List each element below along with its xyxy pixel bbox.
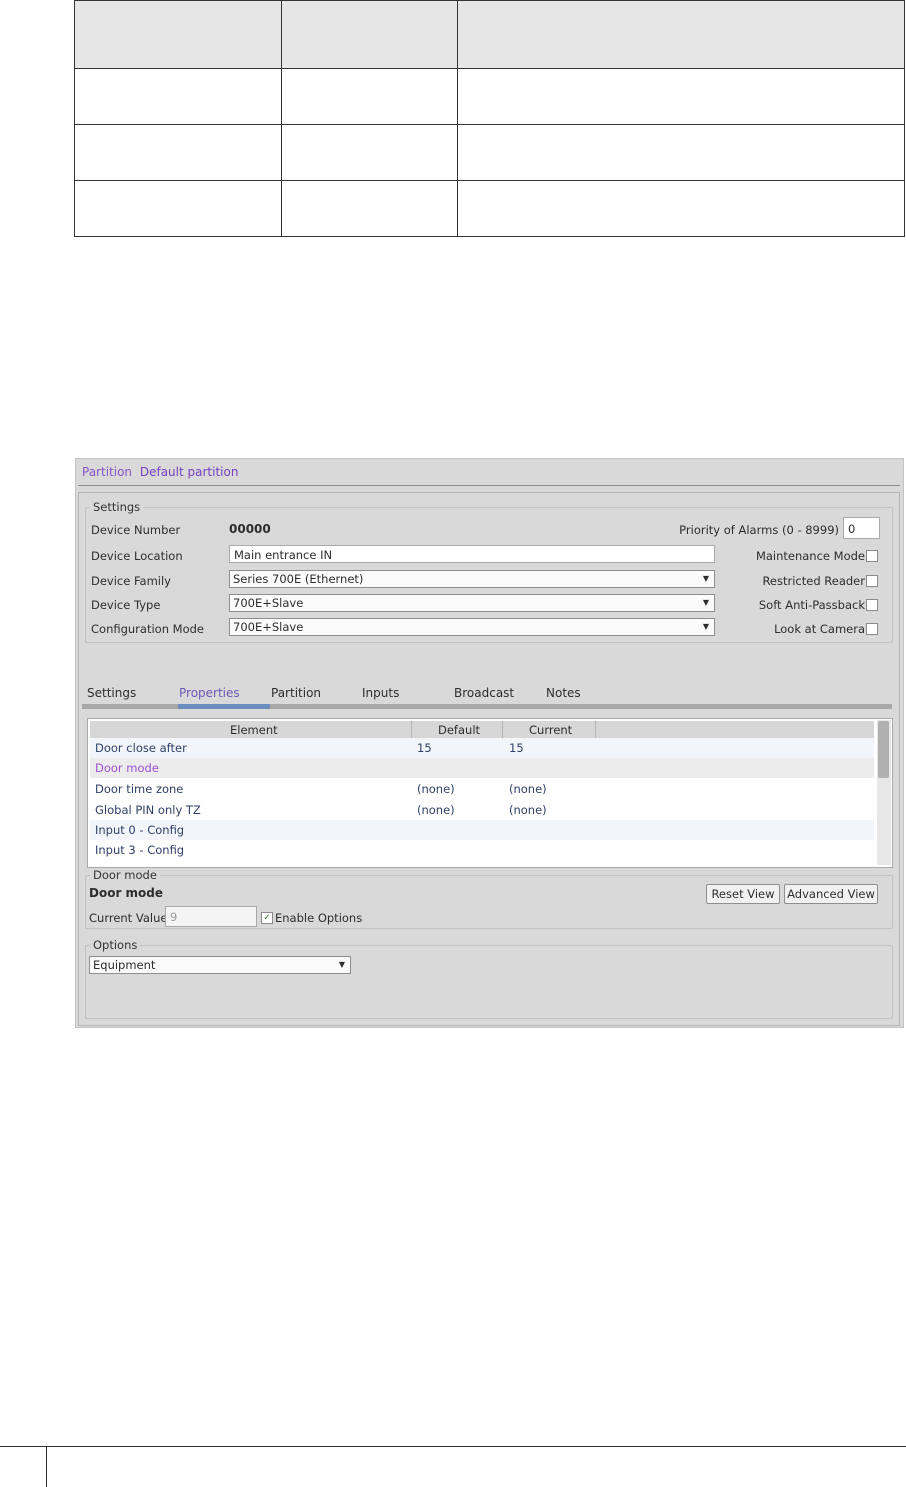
- restricted-reader-checkbox[interactable]: [866, 575, 878, 587]
- column-header-default[interactable]: Default: [438, 723, 480, 737]
- chevron-down-icon: ▼: [338, 960, 345, 969]
- look-at-camera-checkbox[interactable]: [866, 623, 878, 635]
- row-element: Global PIN only TZ: [95, 803, 201, 817]
- door-mode-legend: Door mode: [93, 868, 157, 882]
- tab-partition[interactable]: Partition: [271, 686, 321, 700]
- grid-scrollbar[interactable]: [877, 720, 891, 865]
- table-row[interactable]: Global PIN only TZ (none) (none): [90, 800, 874, 820]
- enable-options-checkbox[interactable]: ✓: [261, 912, 273, 924]
- tab-inputs[interactable]: Inputs: [362, 686, 399, 700]
- options-select[interactable]: Equipment ▼: [89, 956, 351, 974]
- options-legend: Options: [93, 938, 138, 952]
- enable-options-label: Enable Options: [275, 911, 363, 925]
- settings-legend: Settings: [93, 500, 141, 514]
- current-value-label: Current Value: [89, 911, 168, 925]
- priority-of-alarms-input[interactable]: 0: [843, 517, 880, 539]
- configuration-mode-label: Configuration Mode: [91, 622, 204, 636]
- column-header-element[interactable]: Element: [230, 723, 278, 737]
- table-row-selected[interactable]: Door mode: [90, 758, 874, 778]
- row-default: (none): [417, 782, 455, 796]
- tab-broadcast[interactable]: Broadcast: [454, 686, 514, 700]
- options-group: Options: [85, 939, 893, 1019]
- device-properties-panel: Partition Default partition Settings Dev…: [75, 458, 904, 1028]
- table-row[interactable]: Input 0 - Config: [90, 820, 874, 840]
- device-family-select[interactable]: Series 700E (Ethernet) ▼: [229, 570, 715, 588]
- configuration-mode-value: 700E+Slave: [233, 620, 304, 634]
- chevron-down-icon: ▼: [702, 574, 709, 583]
- device-family-value: Series 700E (Ethernet): [233, 572, 364, 586]
- partition-label: Partition: [82, 465, 133, 479]
- priority-of-alarms-label: Priority of Alarms (0 - 8999): [679, 523, 839, 537]
- row-current: (none): [509, 803, 547, 817]
- row-current: 15: [509, 741, 524, 755]
- maintenance-mode-checkbox[interactable]: [866, 550, 878, 562]
- device-family-label: Device Family: [91, 574, 171, 588]
- chevron-down-icon: ▼: [702, 598, 709, 607]
- column-divider: [595, 721, 596, 738]
- chevron-down-icon: ▼: [702, 622, 709, 631]
- device-type-value: 700E+Slave: [233, 596, 304, 610]
- device-number-value: 00000: [229, 522, 271, 536]
- grid-header: Element Default Current: [90, 721, 874, 739]
- soft-anti-passback-label: Soft Anti-Passback: [758, 598, 865, 612]
- active-tab-indicator: [178, 704, 270, 709]
- advanced-view-button[interactable]: Advanced View: [784, 884, 878, 904]
- restricted-reader-label: Restricted Reader: [762, 574, 865, 588]
- document-table-row: [74, 180, 905, 237]
- document-table-row: [74, 68, 905, 125]
- properties-grid: Element Default Current Door close after…: [87, 718, 893, 868]
- tab-settings[interactable]: Settings: [87, 686, 136, 700]
- column-divider: [411, 721, 412, 738]
- document-table-row: [74, 124, 905, 181]
- maintenance-mode-label: Maintenance Mode: [755, 549, 865, 563]
- document-table-header-row: [74, 0, 905, 69]
- device-type-label: Device Type: [91, 598, 161, 612]
- table-row[interactable]: Input 3 - Config: [90, 840, 874, 860]
- row-default: (none): [417, 803, 455, 817]
- device-type-select[interactable]: 700E+Slave ▼: [229, 594, 715, 612]
- device-number-label: Device Number: [91, 523, 181, 537]
- document-table: [74, 0, 905, 237]
- footer-rule: [0, 1446, 906, 1447]
- partition-header: Partition Default partition: [82, 465, 238, 479]
- partition-value[interactable]: Default partition: [140, 465, 239, 479]
- current-value-input[interactable]: 9: [165, 906, 257, 927]
- options-select-value: Equipment: [93, 958, 156, 972]
- device-editor: Settings Device Number 00000 Device Loca…: [78, 492, 900, 1026]
- device-location-label: Device Location: [91, 549, 183, 563]
- row-element: Door mode: [95, 761, 159, 775]
- row-default: 15: [417, 741, 432, 755]
- row-element: Door time zone: [95, 782, 184, 796]
- reset-view-button[interactable]: Reset View: [706, 884, 780, 904]
- tab-notes[interactable]: Notes: [546, 686, 581, 700]
- table-row[interactable]: Door close after 15 15: [90, 738, 874, 758]
- row-current: (none): [509, 782, 547, 796]
- device-location-input[interactable]: Main entrance IN: [229, 545, 715, 563]
- soft-anti-passback-checkbox[interactable]: [866, 599, 878, 611]
- tab-properties[interactable]: Properties: [179, 686, 240, 700]
- configuration-mode-select[interactable]: 700E+Slave ▼: [229, 618, 715, 636]
- row-element: Input 0 - Config: [95, 823, 185, 837]
- row-element: Input 3 - Config: [95, 843, 185, 857]
- scrollbar-thumb[interactable]: [878, 721, 889, 778]
- footer-divider: [46, 1446, 47, 1487]
- row-element: Door close after: [95, 741, 187, 755]
- column-divider: [502, 721, 503, 738]
- table-row[interactable]: Door time zone (none) (none): [90, 779, 874, 799]
- look-at-camera-label: Look at Camera: [774, 622, 865, 636]
- header-divider: [78, 485, 900, 486]
- door-mode-title: Door mode: [89, 886, 164, 900]
- column-header-current[interactable]: Current: [529, 723, 572, 737]
